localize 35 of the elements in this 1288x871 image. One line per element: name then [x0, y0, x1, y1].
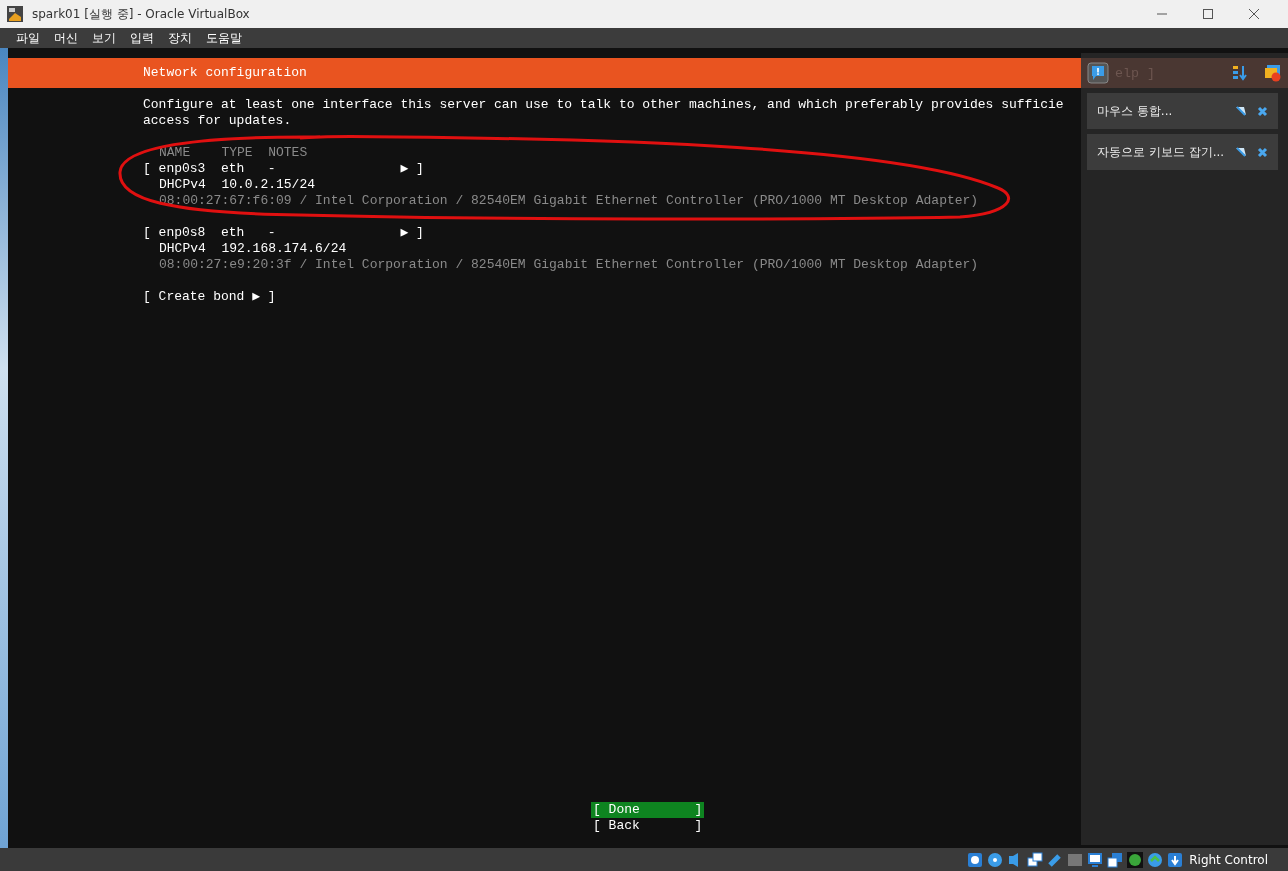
hardware-line: 08:00:27:67:f6:09 / Intel Corporation / 82540EM Gigabit Ethernet Controller (PRO/1000 MT Desktop Adapter) — [158, 193, 979, 209]
interface-row[interactable]: [ enp0s3 eth - ▶ ] — [143, 161, 424, 176]
address-line: DHCPv4 10.0.2.15/24 — [158, 177, 316, 193]
notification-text: 자동으로 키보드 잡기... — [1097, 143, 1225, 161]
description-line: Configure at least one interface this server can use to talk to other machines, and which preferably provides sufficie — [143, 97, 1064, 113]
menu-item[interactable]: 머신 — [48, 29, 84, 47]
cd-icon[interactable] — [987, 851, 1004, 868]
address-line: DHCPv4 192.168.174.6/24 — [158, 241, 347, 257]
screen-title: Network configuration — [143, 65, 307, 81]
host-key-label: Right Control — [1189, 852, 1268, 867]
menu-item[interactable]: 보기 — [86, 29, 122, 47]
close-icon[interactable] — [1257, 105, 1268, 117]
window-title: spark01 [실행 중] - Oracle VirtualBox — [32, 5, 250, 23]
column-header: NAME TYPE NOTES — [158, 145, 308, 161]
menu-item[interactable]: 장치 — [162, 29, 198, 47]
sort-icon[interactable] — [1232, 65, 1248, 81]
description-line: access for updates. — [143, 113, 292, 129]
app-icon — [6, 5, 24, 23]
pin-icon[interactable] — [1235, 146, 1247, 158]
message-icon[interactable] — [1087, 62, 1109, 84]
interface-row[interactable]: [ enp0s8 eth - ▶ ] — [143, 225, 424, 240]
clear-all-icon[interactable] — [1264, 64, 1282, 82]
hardware-line: 08:00:27:e9:20:3f / Intel Corporation / 82540EM Gigabit Ethernet Controller (PRO/1000 MT Desktop Adapter) — [158, 257, 979, 273]
menu-item[interactable]: 도움말 — [200, 29, 248, 47]
close-icon[interactable] — [1257, 146, 1268, 158]
menu-item[interactable]: 입력 — [124, 29, 160, 47]
menu-button[interactable]: [ Done ] — [591, 802, 705, 818]
close-icon[interactable] — [1248, 8, 1260, 20]
maximize-icon[interactable] — [1202, 8, 1214, 20]
menu-item[interactable]: 파일 — [10, 29, 46, 47]
display-icon[interactable] — [1087, 851, 1104, 868]
menu-button[interactable]: [ Back ] — [591, 818, 705, 834]
pin-icon[interactable] — [1235, 105, 1247, 117]
notification-text: 마우스 통합... — [1097, 102, 1174, 120]
create-bond-button[interactable]: [ Create bond ▶ ] — [143, 289, 276, 304]
